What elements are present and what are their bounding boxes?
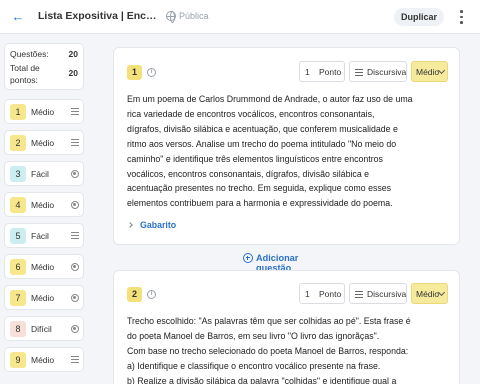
question-text-line: dígrafos, divisão silábica e acentuação,… — [127, 123, 398, 134]
kebab-menu-icon[interactable] — [455, 8, 467, 26]
question-type-button[interactable]: Discursiva — [349, 61, 407, 82]
sidebar-question-item[interactable]: 8 Difícil — [4, 316, 84, 341]
difficulty-label: Médio — [31, 293, 55, 303]
question-card-1: 1 i 1 Ponto Discursiva Médio Em um poema… — [113, 47, 460, 245]
question-text-line: Em um poema de Carlos Drummond de Andrad… — [127, 94, 413, 104]
difficulty-select[interactable]: Médio — [411, 61, 448, 82]
difficulty-select[interactable]: Médio — [411, 283, 448, 304]
radio-icon — [71, 170, 79, 178]
question-text-line: ritmo aos versos. Analise um trecho do p… — [127, 138, 397, 149]
question-text: Em um poema de Carlos Drummond de Andrad… — [127, 92, 427, 211]
sidebar-question-item[interactable]: 7 Médio — [4, 285, 84, 310]
question-number-badge: 9 — [10, 352, 26, 368]
question-text: Trecho escolhido: "As palavras têm que s… — [127, 314, 447, 384]
difficulty-label: Médio — [31, 138, 55, 148]
list-summary: Questões: 20 Total de pontos: 20 — [4, 43, 84, 90]
sidebar-question-item[interactable]: 9 Médio — [4, 347, 84, 372]
question-text-line: rica variedade de encontros vocálicos, e… — [127, 108, 375, 119]
difficulty-label: Médio — [31, 200, 55, 210]
question-number-badge: 1 — [10, 104, 26, 120]
question-text-line: Trecho escolhido: "As palavras têm que s… — [127, 316, 411, 326]
question-text-line: acentuação presentes no trecho. Em segui… — [127, 183, 392, 194]
question-text-line: caminho" e identifique três elementos li… — [127, 153, 383, 164]
questions-label: Questões: — [10, 49, 49, 59]
questions-count: 20 — [68, 49, 78, 59]
question-number-badge: 7 — [10, 290, 26, 306]
page-title: Lista Expositiva | Encontros vocálicos, … — [38, 10, 162, 22]
sidebar-question-item[interactable]: 2 Médio — [4, 130, 84, 155]
question-type-button[interactable]: Discursiva — [349, 283, 407, 304]
visibility-label: Pública — [179, 11, 209, 21]
difficulty-label: Médio — [31, 355, 55, 365]
points-unit: Ponto — [319, 67, 342, 77]
question-number-badge: 1 — [127, 65, 142, 80]
points-field[interactable]: 1 Ponto — [299, 283, 345, 304]
question-text-line: do poeta Manoel de Barros, em seu livro … — [127, 330, 380, 341]
add-question-button[interactable]: Adicionar questão — [243, 252, 335, 273]
difficulty-value: Médio — [416, 289, 440, 299]
sidebar-question-item[interactable]: 6 Médio — [4, 254, 84, 279]
question-text-line: a) Identifique e classifique o encontro … — [127, 360, 381, 371]
points-label: Total de pontos: — [10, 63, 40, 85]
radio-icon — [71, 294, 79, 302]
sidebar-question-item[interactable]: 1 Médio — [4, 99, 84, 124]
difficulty-label: Médio — [31, 107, 55, 117]
difficulty-label: Fácil — [31, 231, 49, 241]
text-lines-icon — [71, 232, 79, 240]
top-header: ← Lista Expositiva | Encontros vocálicos… — [0, 0, 480, 34]
question-text-line: vocálicos, encontros consonantais, dígra… — [127, 168, 370, 179]
plus-circle-icon — [243, 253, 253, 263]
question-text-line: elementos contribuem para a harmonia e e… — [127, 198, 393, 209]
answer-key-label: Gabarito — [140, 220, 177, 230]
globe-icon — [166, 11, 176, 23]
difficulty-label: Médio — [31, 262, 55, 272]
duplicate-button[interactable]: Duplicar — [394, 8, 444, 26]
question-number-badge: 4 — [10, 197, 26, 213]
question-number-badge: 3 — [10, 166, 26, 182]
text-lines-icon — [355, 291, 363, 299]
points-value: 1 — [305, 67, 310, 77]
text-lines-icon — [71, 139, 79, 147]
points-total: 20 — [68, 68, 78, 78]
text-lines-icon — [71, 356, 79, 364]
question-number-badge: 5 — [10, 228, 26, 244]
text-lines-icon — [71, 108, 79, 116]
question-number-badge: 2 — [10, 135, 26, 151]
sidebar-question-item[interactable]: 3 Fácil — [4, 161, 84, 186]
chevron-right-icon — [127, 222, 133, 228]
points-unit: Ponto — [319, 289, 342, 299]
question-number-badge: 6 — [10, 259, 26, 275]
info-icon[interactable]: i — [147, 68, 156, 77]
answer-key-toggle[interactable]: Gabarito — [127, 220, 187, 232]
radio-icon — [71, 325, 79, 333]
difficulty-label: Fácil — [31, 169, 49, 179]
radio-icon — [71, 201, 79, 209]
sidebar-question-item[interactable]: 5 Fácil — [4, 223, 84, 248]
points-field[interactable]: 1 Ponto — [299, 61, 345, 82]
radio-icon — [71, 263, 79, 271]
question-number-badge: 8 — [10, 321, 26, 337]
text-lines-icon — [355, 69, 363, 77]
question-number-badge: 2 — [127, 287, 142, 302]
difficulty-value: Médio — [416, 67, 440, 77]
sidebar-question-item[interactable]: 4 Médio — [4, 192, 84, 217]
difficulty-label: Difícil — [31, 324, 52, 334]
question-text-line: Com base no trecho selecionado do poeta … — [127, 345, 409, 356]
question-card-2: 2 i 1 Ponto Discursiva Médio Trecho esco… — [113, 270, 460, 384]
info-icon[interactable]: i — [147, 290, 156, 299]
arrow-left-icon[interactable]: ← — [10, 9, 26, 25]
question-type-label: Discursiva — [367, 67, 407, 77]
question-type-label: Discursiva — [367, 289, 407, 299]
points-value: 1 — [305, 289, 310, 299]
question-text-line: b) Realize a divisão silábica da palavra… — [127, 375, 397, 384]
